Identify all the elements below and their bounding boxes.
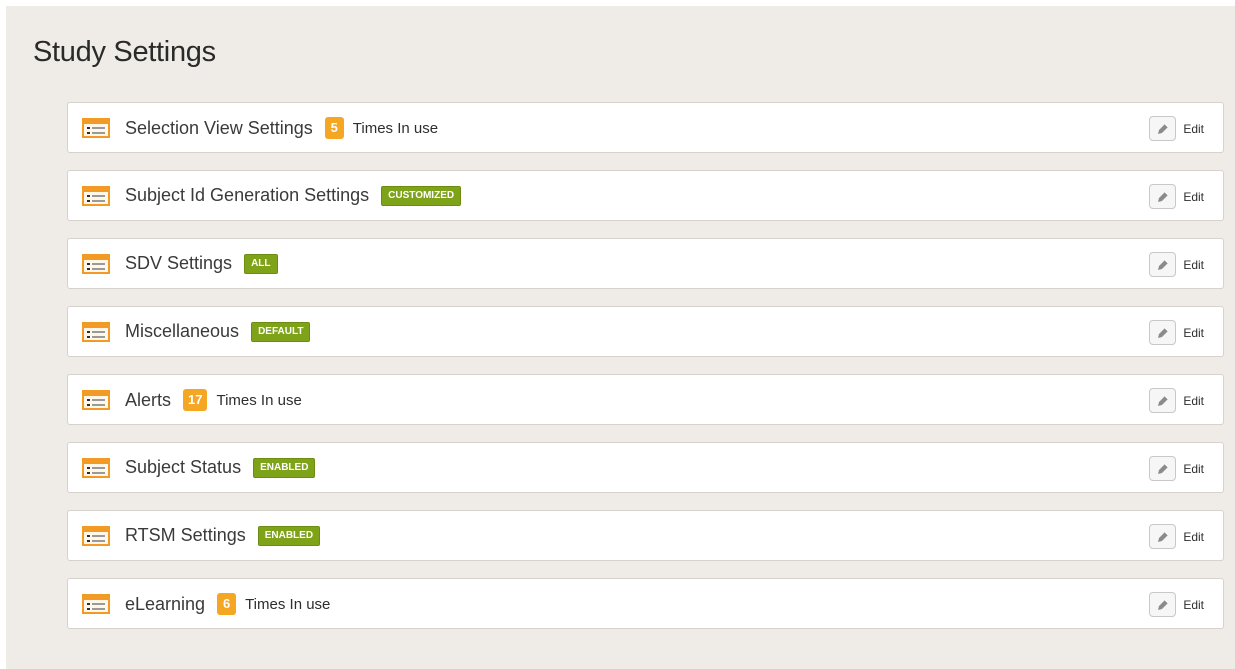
- status-badge: CUSTOMIZED: [381, 185, 462, 206]
- settings-list-icon: [82, 390, 110, 410]
- edit-label[interactable]: Edit: [1183, 394, 1204, 408]
- edit-button[interactable]: Edit: [1149, 320, 1204, 345]
- setting-label: Subject Id Generation Settings: [125, 185, 370, 205]
- usage-count-badge: 5: [324, 117, 344, 139]
- status-badge: DEFAULT: [251, 321, 311, 342]
- edit-button[interactable]: Edit: [1149, 116, 1204, 141]
- edit-button[interactable]: Edit: [1149, 524, 1204, 549]
- setting-row-elearning: eLearning 6 Times In use Edit: [67, 578, 1224, 629]
- pencil-icon[interactable]: [1149, 388, 1177, 413]
- settings-list-icon: [82, 186, 110, 206]
- setting-label: RTSM Settings: [125, 525, 246, 545]
- setting-row-alerts: Alerts 17 Times In use Edit: [67, 374, 1224, 425]
- usage-text: Times In use: [352, 119, 439, 137]
- setting-label: eLearning: [125, 593, 206, 614]
- setting-row-sdv-settings: SDV Settings ALL Edit: [67, 238, 1224, 289]
- settings-panel: Study Settings Selection View Settings 5…: [6, 6, 1235, 669]
- edit-label[interactable]: Edit: [1183, 326, 1204, 340]
- setting-row-miscellaneous: Miscellaneous DEFAULT Edit: [67, 306, 1224, 357]
- usage-text: Times In use: [216, 391, 302, 409]
- edit-label[interactable]: Edit: [1183, 462, 1204, 476]
- settings-list-icon: [82, 254, 110, 274]
- edit-label[interactable]: Edit: [1183, 598, 1204, 612]
- pencil-icon[interactable]: [1149, 524, 1177, 549]
- setting-row-rtsm-settings: RTSM Settings ENABLED Edit: [67, 510, 1224, 561]
- edit-button[interactable]: Edit: [1149, 456, 1204, 481]
- edit-button[interactable]: Edit: [1149, 252, 1204, 277]
- setting-label: SDV Settings: [125, 253, 233, 273]
- page-title: Study Settings: [33, 36, 216, 68]
- setting-row-subject-id-generation-settings: Subject Id Generation Settings CUSTOMIZE…: [67, 170, 1224, 221]
- settings-list-icon: [82, 118, 110, 138]
- settings-list-icon: [82, 322, 110, 342]
- status-badge: ALL: [244, 253, 278, 274]
- usage-count-badge: 17: [183, 389, 208, 411]
- edit-label[interactable]: Edit: [1183, 190, 1204, 204]
- usage-count-badge: 6: [217, 593, 237, 615]
- edit-button[interactable]: Edit: [1149, 184, 1204, 209]
- edit-label[interactable]: Edit: [1183, 122, 1204, 136]
- usage-text: Times In use: [245, 595, 331, 613]
- setting-label: Alerts: [125, 389, 172, 410]
- setting-label: Subject Status: [125, 457, 242, 477]
- setting-label: Miscellaneous: [125, 321, 240, 341]
- edit-label[interactable]: Edit: [1183, 258, 1204, 272]
- settings-list-icon: [82, 594, 110, 614]
- pencil-icon[interactable]: [1149, 116, 1177, 141]
- pencil-icon[interactable]: [1149, 456, 1177, 481]
- settings-list-icon: [82, 526, 110, 546]
- setting-label: Selection View Settings: [125, 117, 313, 138]
- edit-button[interactable]: Edit: [1149, 592, 1204, 617]
- pencil-icon[interactable]: [1149, 592, 1177, 617]
- status-badge: ENABLED: [257, 525, 321, 546]
- pencil-icon[interactable]: [1149, 320, 1177, 345]
- setting-row-subject-status: Subject Status ENABLED Edit: [67, 442, 1224, 493]
- edit-label[interactable]: Edit: [1183, 530, 1204, 544]
- status-badge: ENABLED: [253, 457, 316, 478]
- edit-button[interactable]: Edit: [1149, 388, 1204, 413]
- settings-list: Selection View Settings 5 Times In use E…: [67, 102, 1224, 646]
- settings-list-icon: [82, 458, 110, 478]
- setting-row-selection-view-settings: Selection View Settings 5 Times In use E…: [67, 102, 1224, 153]
- pencil-icon[interactable]: [1149, 184, 1177, 209]
- pencil-icon[interactable]: [1149, 252, 1177, 277]
